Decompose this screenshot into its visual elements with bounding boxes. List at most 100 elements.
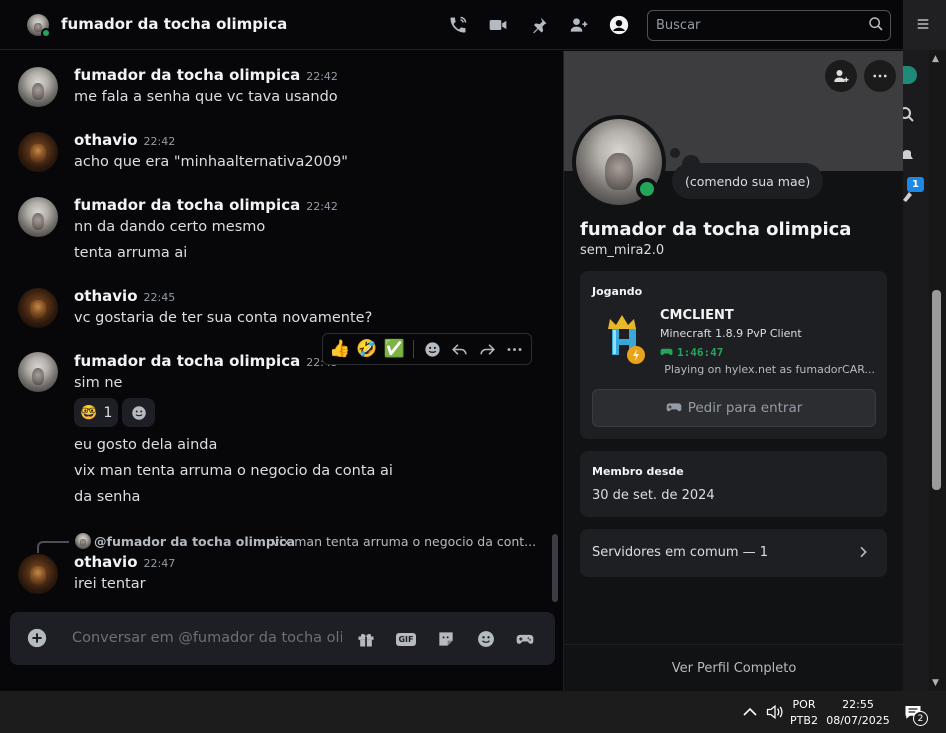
reaction-emoji: 🤓: [80, 404, 98, 421]
add-reaction-icon[interactable]: [420, 336, 445, 363]
search-icon: [868, 16, 884, 36]
scroll-up-arrow-icon[interactable]: ▲: [932, 54, 939, 64]
message-author[interactable]: fumador da tocha olimpica 22:45: [74, 352, 338, 370]
search-icon: [903, 107, 914, 122]
profile-display-name: fumador da tocha olimpica: [580, 219, 852, 240]
game-detail: Minecraft 1.8.9 PvP Client: [660, 327, 802, 340]
volume-icon[interactable]: [765, 703, 785, 721]
keyboard-layout: PTB2: [790, 714, 818, 727]
avatar[interactable]: [18, 288, 58, 328]
upload-plus-icon[interactable]: [26, 627, 48, 653]
show-hidden-icons-chevron-icon[interactable]: [743, 706, 757, 718]
windows-taskbar: POR PTB2 22:55 08/07/2025 2: [0, 691, 946, 733]
quick-reaction-button[interactable]: 👍: [327, 336, 352, 363]
profile-username[interactable]: sem_mira2.0: [580, 243, 664, 258]
add-friends-to-dm-icon[interactable]: [568, 14, 590, 36]
reaction-row: 🤓 1: [74, 398, 156, 427]
menu-icon: [917, 19, 929, 29]
dm-title: fumador da tocha olimpica: [61, 15, 288, 33]
message-text: nn da dando certo mesmo: [74, 219, 266, 235]
avatar[interactable]: [18, 352, 58, 392]
avatar[interactable]: [18, 554, 58, 594]
window-scrollbar-thumb[interactable]: [932, 290, 941, 490]
activity-label: Jogando: [592, 285, 643, 298]
add-friend-icon: [834, 70, 849, 82]
sticker-icon[interactable]: [435, 628, 457, 650]
search-input[interactable]: [648, 11, 858, 40]
message-text: acho que era "minhaalternativa2009": [74, 154, 348, 170]
message-text: da senha: [74, 489, 141, 505]
message-text: vix man tenta arruma o negocio da conta …: [74, 463, 393, 479]
discord-window: fumador da tocha olimpica fumador da toc…: [0, 0, 904, 691]
clock[interactable]: 22:55 08/07/2025: [826, 697, 890, 729]
message-text: sim ne: [74, 375, 123, 391]
user-profile-toggle-icon[interactable]: [608, 14, 630, 36]
activity-card: Jogando CMCLIENT Minecraft 1.8.9 PvP Cli…: [580, 271, 887, 439]
member-since-card: Membro desde 30 de set. de 2024: [580, 451, 887, 517]
pinned-messages-icon[interactable]: [528, 14, 550, 36]
language-code: POR: [792, 698, 816, 711]
forward-icon[interactable]: [474, 336, 499, 363]
more-dots-icon: [873, 74, 887, 78]
search-box[interactable]: [647, 10, 891, 41]
video-call-icon[interactable]: [487, 14, 509, 36]
message-text: eu gosto dela ainda: [74, 437, 218, 453]
game-timer: 1:46:47: [660, 346, 723, 359]
message-input[interactable]: [72, 626, 342, 650]
reply-author[interactable]: @fumador da tocha olimpica: [94, 534, 295, 549]
profile-more-button[interactable]: [864, 60, 896, 92]
scroll-down-arrow-icon[interactable]: ▼: [932, 678, 939, 688]
mutual-servers-row[interactable]: Servidores em comum — 1: [580, 529, 887, 577]
strip-app-icon[interactable]: [903, 66, 917, 84]
mutual-servers-label: Servidores em comum — 1: [592, 545, 769, 560]
message-author[interactable]: fumador da tocha olimpica 22:42: [74, 66, 338, 84]
emoji-picker-icon[interactable]: [475, 628, 497, 650]
quick-reaction-button[interactable]: ✅: [382, 336, 407, 363]
member-since-label: Membro desde: [592, 465, 684, 478]
member-since-date: 30 de set. de 2024: [592, 488, 715, 503]
reaction-count: 1: [103, 404, 113, 421]
status-bubble-dot: [670, 148, 680, 158]
chevron-right-icon: [855, 544, 871, 564]
chat-scrollbar[interactable]: [552, 534, 558, 602]
game-logo-icon: [604, 309, 652, 365]
bell-icon: [903, 150, 913, 159]
reply-snippet[interactable]: vix man tenta arruma o negocio da cont..…: [272, 534, 536, 549]
message-text: irei tentar: [74, 576, 146, 592]
game-name: CMCLIENT: [660, 308, 734, 323]
add-reaction-button[interactable]: [122, 398, 156, 427]
avatar[interactable]: [18, 197, 58, 237]
message-hover-toolbar: 👍 🤣 ✅: [322, 333, 532, 365]
avatar[interactable]: [18, 67, 58, 107]
add-friend-button[interactable]: [825, 60, 857, 92]
ask-to-join-button[interactable]: Pedir para entrar: [592, 389, 876, 427]
clock-time: 22:55: [842, 698, 874, 711]
header-avatar[interactable]: [27, 14, 51, 38]
gif-icon[interactable]: GIF: [395, 628, 417, 650]
message-author[interactable]: othavio 22:45: [74, 287, 175, 305]
message-author[interactable]: fumador da tocha olimpica 22:42: [74, 196, 338, 214]
online-status-indicator: [636, 178, 658, 200]
message-author[interactable]: othavio 22:47: [74, 553, 175, 571]
edit-icon: [903, 192, 912, 202]
view-full-profile-link[interactable]: Ver Perfil Completo: [564, 644, 904, 691]
gamepad-icon: [660, 348, 673, 356]
message-timestamp: 22:42: [306, 200, 338, 213]
reply-icon[interactable]: [447, 336, 472, 363]
quick-reaction-button[interactable]: 🤣: [354, 336, 379, 363]
message-text: vc gostaria de ter sua conta novamente?: [74, 310, 373, 326]
gamepad-icon: [666, 403, 682, 412]
smiley-icon: [132, 405, 146, 420]
clock-date: 08/07/2025: [826, 714, 890, 727]
gift-icon[interactable]: [355, 628, 377, 650]
message-author[interactable]: othavio 22:42: [74, 131, 175, 149]
game-state: Playing on hylex.net as fumadorCAR...: [660, 363, 875, 376]
more-options-icon[interactable]: [502, 336, 527, 363]
avatar[interactable]: [18, 132, 58, 172]
reaction-pill[interactable]: 🤓 1: [74, 398, 119, 427]
input-language[interactable]: POR PTB2: [788, 697, 820, 729]
message-list: fumador da tocha olimpica 22:42 me fala a…: [0, 51, 563, 611]
reply-avatar: [75, 533, 91, 549]
activities-gamepad-icon[interactable]: [514, 628, 536, 650]
voice-call-icon[interactable]: [447, 14, 469, 36]
